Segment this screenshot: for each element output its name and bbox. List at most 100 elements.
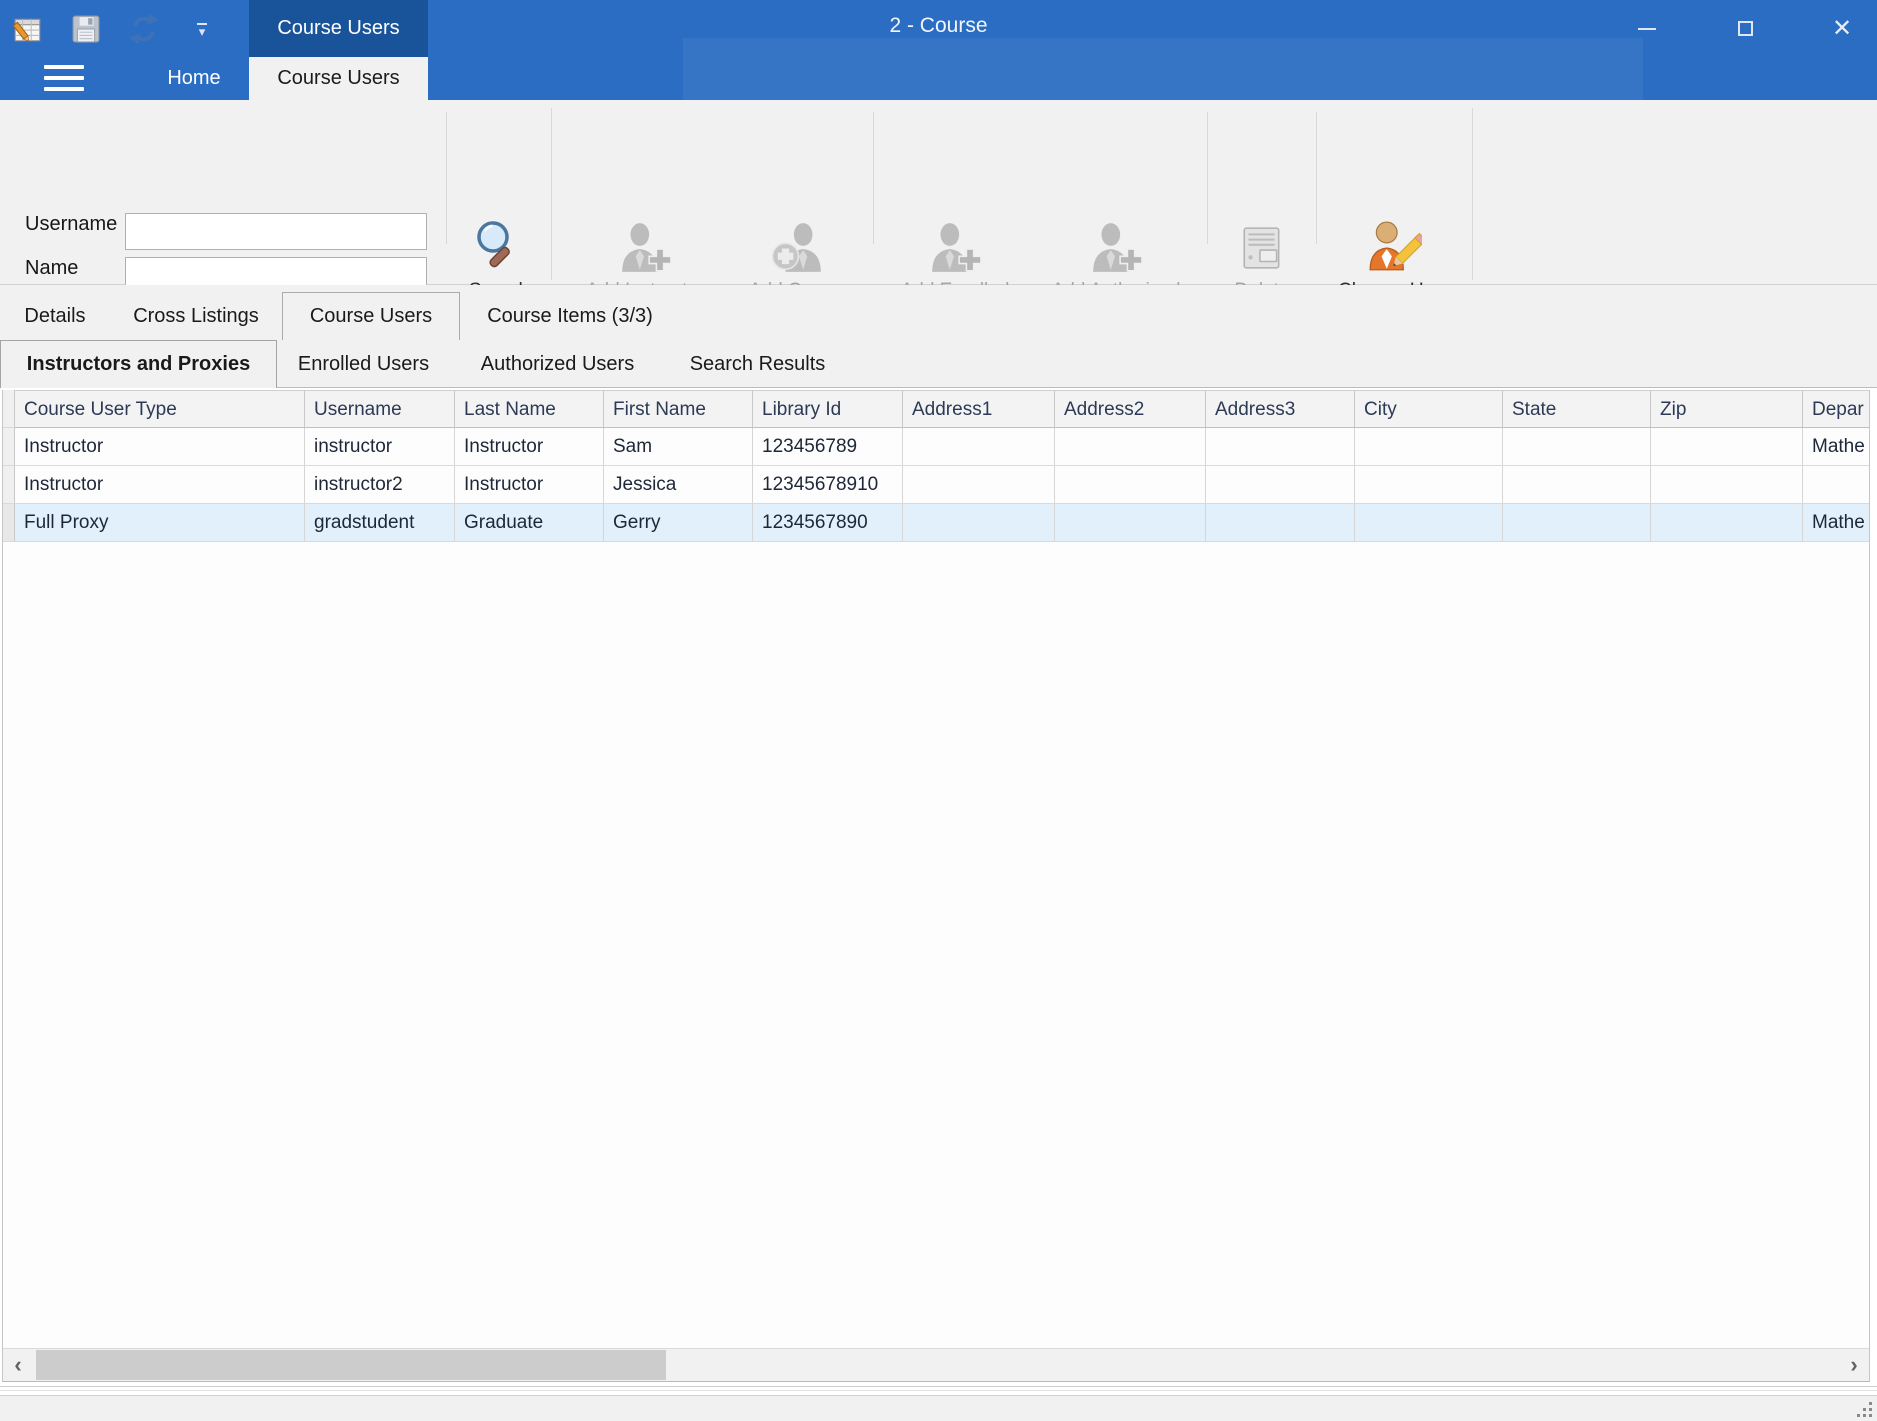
ribbon-separator	[446, 112, 447, 244]
column-header-city[interactable]: City	[1355, 390, 1503, 428]
scroll-right-arrow[interactable]: ›	[1839, 1349, 1869, 1381]
panel-border-line	[0, 1386, 1877, 1387]
grid-cell[interactable]	[1651, 428, 1803, 466]
group-separator	[1472, 108, 1473, 280]
grid-cell[interactable]: 123456789	[753, 428, 903, 466]
column-header-address3[interactable]: Address3	[1206, 390, 1355, 428]
save-icon[interactable]	[66, 9, 106, 49]
maximize-icon	[1738, 21, 1753, 36]
qat-customize-chevron-icon[interactable]: ▾	[182, 9, 222, 49]
close-button[interactable]: ✕	[1807, 0, 1877, 57]
tab-course-users-page[interactable]: Course Users	[282, 292, 460, 340]
grid-cell[interactable]	[1206, 504, 1355, 542]
column-header-address2[interactable]: Address2	[1055, 390, 1206, 428]
ribbon-separator	[1207, 112, 1208, 244]
maximize-button[interactable]	[1710, 0, 1780, 57]
person-add-icon	[884, 206, 1026, 278]
grid-cell[interactable]: Full Proxy	[15, 504, 305, 542]
grid-cell[interactable]	[1055, 428, 1206, 466]
table-row[interactable]: InstructorinstructorInstructorSam1234567…	[3, 428, 1870, 466]
username-label: Username	[25, 213, 120, 236]
close-icon: ✕	[1832, 14, 1852, 43]
column-header-first-name[interactable]: First Name	[604, 390, 753, 428]
scrollbar-thumb[interactable]	[36, 1350, 666, 1380]
username-field[interactable]	[125, 213, 427, 250]
ribbon-separator	[873, 112, 874, 244]
row-gutter	[3, 466, 15, 504]
grid-cell[interactable]: Mathe	[1803, 504, 1870, 542]
tab-authorized-users[interactable]: Authorized Users	[450, 340, 665, 388]
tab-home[interactable]: Home	[148, 57, 240, 100]
refresh-icon[interactable]	[124, 9, 164, 49]
resize-grip[interactable]	[1855, 1400, 1872, 1417]
grid-cell[interactable]	[1503, 504, 1651, 542]
grid-cell[interactable]: Mathe	[1803, 428, 1870, 466]
grid-header-row: Course User TypeUsernameLast NameFirst N…	[3, 390, 1870, 428]
grid-cell[interactable]	[1206, 428, 1355, 466]
minimize-button[interactable]	[1612, 0, 1682, 57]
grid-cell[interactable]	[1355, 504, 1503, 542]
delete-form-icon	[1218, 206, 1306, 278]
column-header-course-user-type[interactable]: Course User Type	[15, 390, 305, 428]
column-header-username[interactable]: Username	[305, 390, 455, 428]
tab-course-users[interactable]: Course Users	[249, 57, 428, 100]
tab-instructors-and-proxies[interactable]: Instructors and Proxies	[0, 340, 277, 388]
page-tab-row: Details Cross Listings Course Users Cour…	[0, 292, 680, 340]
grid-cell[interactable]: Instructor	[15, 466, 305, 504]
grid-cell[interactable]: 12345678910	[753, 466, 903, 504]
grid-cell[interactable]: Instructor	[455, 466, 604, 504]
table-row[interactable]: Instructorinstructor2InstructorJessica12…	[3, 466, 1870, 504]
grid-cell[interactable]: Sam	[604, 428, 753, 466]
tab-enrolled-users[interactable]: Enrolled Users	[277, 340, 450, 388]
grid-cell[interactable]: 1234567890	[753, 504, 903, 542]
grid-cell[interactable]: Jessica	[604, 466, 753, 504]
title-bar: 2 - Course	[0, 0, 1877, 100]
horizontal-scrollbar[interactable]: ‹ ›	[3, 1348, 1869, 1381]
tab-cross-listings[interactable]: Cross Listings	[110, 292, 282, 340]
grid-cell[interactable]	[1651, 504, 1803, 542]
grid-cell[interactable]	[1803, 466, 1870, 504]
grid-cell[interactable]	[1055, 504, 1206, 542]
column-header-depar[interactable]: Depar	[1803, 390, 1870, 428]
person-edit-icon	[1328, 206, 1460, 278]
grid-cell[interactable]: instructor2	[305, 466, 455, 504]
ribbon-tab-row: Home Course Users i	[0, 57, 1877, 100]
contextual-tab-header: Course Users	[249, 0, 428, 57]
grid-cell[interactable]	[1206, 466, 1355, 504]
row-gutter	[3, 504, 15, 542]
grid-cell[interactable]: Instructor	[455, 428, 604, 466]
grid-cell[interactable]: Instructor	[15, 428, 305, 466]
grid-cell[interactable]	[903, 466, 1055, 504]
tab-details[interactable]: Details	[0, 292, 110, 340]
grid-cell[interactable]: gradstudent	[305, 504, 455, 542]
column-header-zip[interactable]: Zip	[1651, 390, 1803, 428]
edit-form-icon[interactable]	[8, 9, 48, 49]
column-header-state[interactable]: State	[1503, 390, 1651, 428]
panel-border-line	[0, 1390, 1877, 1391]
group-separator	[551, 108, 552, 280]
grid-cell[interactable]	[1355, 428, 1503, 466]
grid-cell[interactable]	[903, 428, 1055, 466]
grid-cell[interactable]	[1503, 428, 1651, 466]
tab-course-items[interactable]: Course Items (3/3)	[460, 292, 680, 340]
tab-search-results[interactable]: Search Results	[665, 340, 850, 388]
column-header-library-id[interactable]: Library Id	[753, 390, 903, 428]
column-header-last-name[interactable]: Last Name	[455, 390, 604, 428]
hamburger-menu-icon[interactable]	[44, 65, 84, 91]
grid-cell[interactable]	[1651, 466, 1803, 504]
grid-cell[interactable]: instructor	[305, 428, 455, 466]
grid-cell[interactable]: Gerry	[604, 504, 753, 542]
grid-body: InstructorinstructorInstructorSam1234567…	[3, 428, 1869, 542]
table-row[interactable]: Full ProxygradstudentGraduateGerry123456…	[3, 504, 1870, 542]
grid-cell[interactable]	[1055, 466, 1206, 504]
search-icon	[454, 206, 544, 278]
ribbon: Username Name ID Search ▾	[0, 100, 1877, 285]
column-header-address1[interactable]: Address1	[903, 390, 1055, 428]
grid-cell[interactable]	[903, 504, 1055, 542]
scroll-left-arrow[interactable]: ‹	[3, 1349, 33, 1381]
grid-cell[interactable]: Graduate	[455, 504, 604, 542]
grid-cell[interactable]	[1503, 466, 1651, 504]
app-window: 2 - Course	[0, 0, 1877, 1421]
sub-tab-baseline	[277, 387, 1877, 388]
grid-cell[interactable]	[1355, 466, 1503, 504]
